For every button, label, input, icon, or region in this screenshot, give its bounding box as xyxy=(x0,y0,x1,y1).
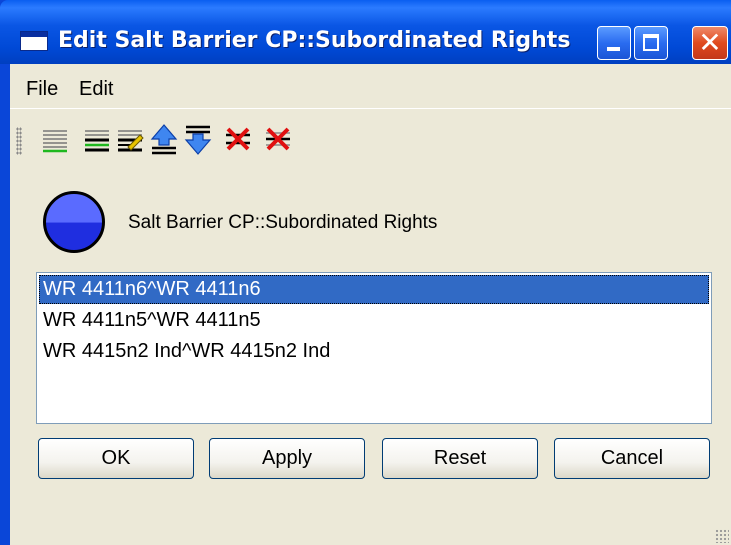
title-bar[interactable]: Edit Salt Barrier CP::Subordinated Right… xyxy=(0,0,731,64)
edit-item-icon[interactable] xyxy=(116,123,144,155)
menu-edit[interactable]: Edit xyxy=(79,78,113,101)
list-item[interactable]: WR 4411n6^WR 4411n6 xyxy=(39,275,709,304)
minimize-icon xyxy=(607,47,620,51)
list-item[interactable]: WR 4411n5^WR 4411n5 xyxy=(39,306,709,335)
menu-file[interactable]: File xyxy=(26,78,58,101)
apply-button[interactable]: Apply xyxy=(209,438,365,479)
close-button[interactable]: ✕ xyxy=(692,26,728,60)
delete-icon[interactable] xyxy=(224,123,252,155)
dialog-client-area: File Edit Salt Barrier CP::Subordinated … xyxy=(10,64,731,545)
resize-grip[interactable] xyxy=(715,529,729,543)
move-up-icon[interactable] xyxy=(150,123,178,155)
clear-icon[interactable] xyxy=(264,123,292,155)
minimize-button[interactable] xyxy=(597,26,631,60)
toolbar-grip[interactable] xyxy=(16,127,22,155)
window-icon xyxy=(20,31,48,51)
close-icon: ✕ xyxy=(698,26,722,59)
toolbar xyxy=(10,108,731,169)
rights-listbox[interactable]: WR 4411n6^WR 4411n6 WR 4411n5^WR 4411n5 … xyxy=(36,272,712,424)
maximize-button[interactable] xyxy=(634,26,668,60)
menu-bar: File Edit xyxy=(10,64,731,108)
ok-button[interactable]: OK xyxy=(38,438,194,479)
move-down-icon[interactable] xyxy=(184,123,212,155)
edit-dialog-window: Edit Salt Barrier CP::Subordinated Right… xyxy=(0,0,731,545)
window-title: Edit Salt Barrier CP::Subordinated Right… xyxy=(58,28,571,53)
reset-button[interactable]: Reset xyxy=(382,438,538,479)
item-name-label: Salt Barrier CP::Subordinated Rights xyxy=(128,212,438,233)
list-item[interactable]: WR 4415n2 Ind^WR 4415n2 Ind xyxy=(39,337,709,366)
add-item-icon[interactable] xyxy=(41,123,69,155)
status-indicator-icon xyxy=(43,191,105,253)
maximize-icon xyxy=(643,34,659,51)
cancel-button[interactable]: Cancel xyxy=(554,438,710,479)
insert-item-icon[interactable] xyxy=(83,123,111,155)
